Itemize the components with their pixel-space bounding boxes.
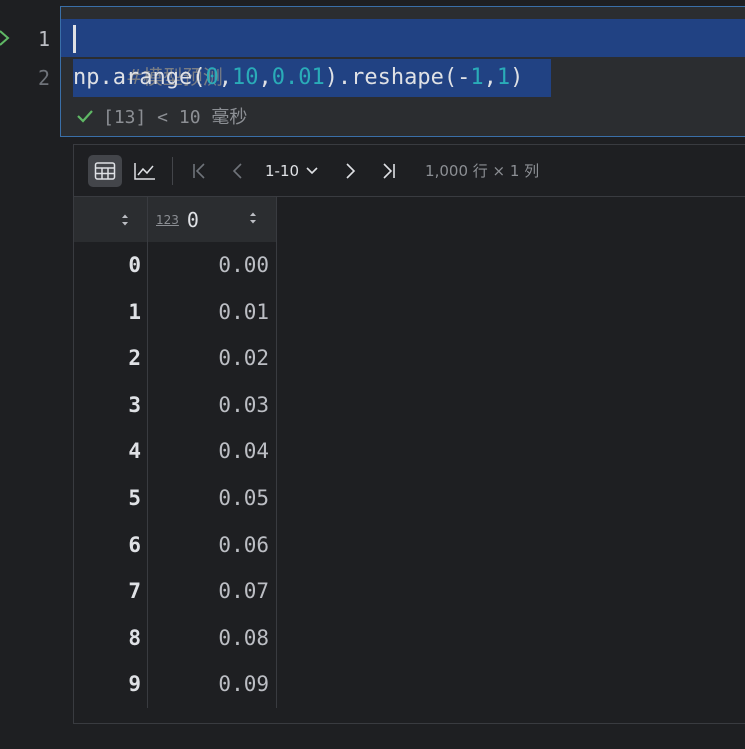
output-toolbar: 1-10 1,000 行 × 1 列 [74, 145, 745, 197]
cell-value[interactable]: 0.08 [148, 615, 275, 662]
table-row[interactable]: 0 0.00 [74, 242, 276, 289]
table-body: 0 0.00 1 0.01 2 0.02 3 0.03 4 0.04 5 0.05 6 0.06 7 0.07… [74, 242, 276, 708]
table-row[interactable]: 6 0.06 [74, 521, 276, 569]
code-line-2[interactable]: np.arange(0,10,0.01).reshape(-1,1) [73, 59, 523, 97]
cell-value[interactable]: 0.09 [148, 661, 275, 708]
toolbar-separator [172, 156, 173, 185]
cell-value[interactable]: 0.07 [148, 568, 275, 615]
chevron-down-icon [306, 166, 318, 174]
table-header: 123 0 [74, 197, 276, 242]
chevron-left-icon [232, 162, 242, 179]
cell-value[interactable]: 0.01 [148, 289, 275, 336]
code-token: 1 [496, 65, 511, 90]
row-index: 3 [74, 381, 148, 429]
code-token: , [258, 65, 272, 90]
first-page-icon [193, 162, 205, 179]
last-page-button[interactable] [373, 156, 403, 186]
index-header[interactable] [74, 197, 148, 242]
row-index: 2 [74, 335, 148, 382]
code-cell[interactable]: #模型预测 np.arange(0,10,0.01).reshape(-1,1)… [60, 6, 745, 137]
cell-value[interactable]: 0.03 [148, 382, 275, 429]
code-token: np.arange( [73, 65, 206, 90]
table-row[interactable]: 1 0.01 [74, 288, 276, 336]
code-token: ) [510, 65, 524, 90]
table-row[interactable]: 9 0.09 [74, 661, 276, 708]
line-number-1: 1 [37, 27, 50, 51]
page-range-label: 1-10 [265, 161, 300, 180]
cell-value[interactable]: 0.06 [148, 522, 275, 569]
column-name: 0 [186, 207, 199, 232]
cell-value[interactable]: 0.00 [148, 242, 275, 289]
row-index: 5 [74, 474, 148, 522]
line-chart-icon [134, 162, 155, 180]
table-icon [94, 161, 116, 180]
cell-value[interactable]: 0.04 [148, 428, 275, 475]
code-token: 10 [231, 65, 259, 90]
code-token: 0.01 [271, 65, 325, 90]
cell-value[interactable]: 0.05 [148, 475, 275, 522]
previous-page-button[interactable] [223, 156, 253, 186]
table-row[interactable]: 5 0.05 [74, 474, 276, 522]
chart-view-button[interactable] [128, 155, 162, 187]
chevron-right-icon [346, 162, 356, 179]
cell-value[interactable]: 0.02 [148, 335, 275, 382]
table-row[interactable]: 2 0.02 [74, 335, 276, 382]
code-token: ).reshape(- [324, 65, 471, 90]
numeric-type-icon: 123 [156, 212, 179, 227]
table-view-button[interactable] [88, 154, 122, 187]
sort-icon[interactable] [249, 211, 257, 225]
next-page-button[interactable] [335, 156, 365, 186]
table-row[interactable]: 8 0.08 [74, 614, 276, 662]
row-index: 6 [74, 521, 148, 569]
sort-icon[interactable] [121, 213, 129, 227]
check-icon [77, 110, 93, 123]
first-page-button[interactable] [185, 156, 215, 186]
last-page-icon [383, 162, 395, 179]
code-token: 1 [470, 65, 484, 90]
code-token: , [483, 65, 497, 90]
row-index: 0 [74, 242, 148, 289]
row-index: 8 [74, 614, 148, 662]
data-table: 123 0 0 0.00 1 0.01 2 0.02 3 0.03 4 0.04 5 0.05 6 0.0… [74, 197, 277, 708]
row-index: 7 [74, 568, 148, 615]
column-header-0[interactable]: 123 0 [148, 197, 275, 242]
row-index: 1 [74, 288, 148, 336]
row-index: 4 [74, 428, 148, 475]
table-row[interactable]: 3 0.03 [74, 381, 276, 429]
execution-status: [13] < 10 毫秒 [75, 103, 247, 129]
line-number-2: 2 [37, 66, 50, 90]
page-range-dropdown[interactable]: 1-10 [265, 162, 319, 180]
output-panel: 1-10 1,000 行 × 1 列 123 0 0 0.00 1 0.01 2… [73, 144, 745, 724]
code-line-1[interactable]: #模型预测 [73, 20, 223, 89]
table-row[interactable]: 7 0.07 [74, 568, 276, 615]
table-row[interactable]: 4 0.04 [74, 428, 276, 475]
code-token: , [218, 65, 232, 90]
code-token: 0 [205, 65, 219, 90]
execution-status-text: [13] < 10 毫秒 [103, 107, 248, 128]
row-index: 9 [74, 661, 148, 708]
rows-columns-info: 1,000 行 × 1 列 [425, 162, 540, 180]
